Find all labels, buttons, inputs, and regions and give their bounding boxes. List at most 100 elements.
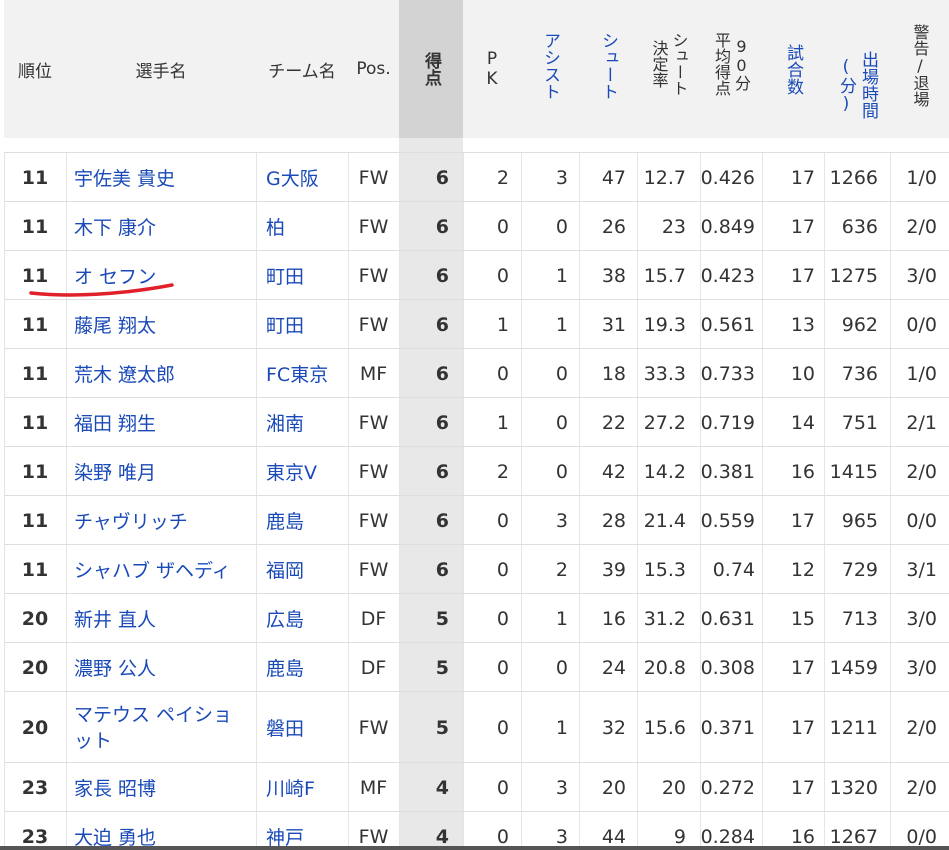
player-name-link[interactable]: シャハブ ザヘディ (74, 545, 256, 594)
shoot-rate-cell: 20.8 (643, 656, 686, 679)
table-row: 11 荒木 遼太郎 FC東京 MF 6 0 0 18 33.3 0.733 10 736 1/0 (4, 348, 949, 398)
player-name-link[interactable]: 染野 唯月 (74, 447, 256, 496)
player-name-link[interactable]: チャヴリッチ (74, 496, 256, 545)
goals-cell: 6 (435, 215, 449, 238)
per90-cell: 0.371 (700, 716, 755, 739)
assist-cell: 1 (555, 716, 568, 739)
position-cell: FW (358, 215, 389, 238)
rank-cell: 11 (21, 411, 49, 434)
pk-cell: 0 (496, 825, 509, 848)
table-header: 順位 選手名 チーム名 Pos. 得点 PK アシスト シュート シュート 決定… (4, 0, 949, 138)
position-cell: FW (358, 460, 389, 483)
team-link[interactable]: G大阪 (266, 153, 348, 202)
cards-cell: 0/0 (906, 313, 937, 336)
games-cell: 15 (790, 607, 815, 630)
minutes-cell: 713 (841, 607, 878, 630)
position-cell: FW (358, 558, 389, 581)
team-link[interactable]: 町田 (266, 251, 348, 300)
team-link[interactable]: 広島 (266, 594, 348, 643)
ranking-table: 順位 選手名 チーム名 Pos. 得点 PK アシスト シュート シュート 決定… (0, 0, 949, 850)
team-link[interactable]: 福岡 (266, 545, 348, 594)
team-link[interactable]: 川崎F (266, 763, 348, 812)
shoot-rate-cell: 14.2 (643, 460, 686, 483)
rank-cell: 20 (21, 607, 49, 630)
pk-cell: 0 (496, 776, 509, 799)
per90-cell: 0.561 (700, 313, 755, 336)
games-cell: 10 (790, 362, 815, 385)
table-row: 11 宇佐美 貴史 G大阪 FW 6 2 3 47 12.7 0.426 17 1266 1/0 (4, 152, 949, 202)
shots-cell: 44 (601, 825, 626, 848)
player-name-link[interactable]: 大迫 勇也 (74, 812, 256, 850)
table-row: 11 藤尾 翔太 町田 FW 6 1 1 31 19.3 0.561 13 962 0/0 (4, 299, 949, 349)
per90-cell: 0.308 (700, 656, 755, 679)
cards-cell: 3/1 (906, 558, 937, 581)
table-row: 11 染野 唯月 東京V FW 6 2 0 42 14.2 0.381 16 1415 2/0 (4, 446, 949, 496)
goals-cell: 5 (435, 716, 449, 739)
cards-cell: 1/0 (906, 166, 937, 189)
header-team: チーム名 (268, 61, 336, 82)
rank-cell: 23 (21, 825, 49, 848)
player-name-link[interactable]: 家長 昭博 (74, 763, 256, 812)
team-link[interactable]: 東京V (266, 447, 348, 496)
team-link[interactable]: 柏 (266, 202, 348, 251)
shots-cell: 16 (601, 607, 626, 630)
player-name-link[interactable]: マテウス ペイショット (74, 692, 239, 763)
cards-cell: 2/0 (906, 460, 937, 483)
per90-cell: 0.719 (700, 411, 755, 434)
header-shoot-link[interactable]: シュート (579, 0, 637, 138)
table-row: 20 濃野 公人 鹿島 DF 5 0 0 24 20.8 0.308 17 1459 3/0 (4, 642, 949, 692)
games-cell: 17 (790, 716, 815, 739)
shoot-rate-cell: 20 (661, 776, 686, 799)
shots-cell: 28 (601, 509, 626, 532)
header-assist-link[interactable]: アシスト (521, 0, 579, 138)
team-link[interactable]: 鹿島 (266, 643, 348, 692)
team-link[interactable]: FC東京 (266, 349, 348, 398)
player-name-link[interactable]: 藤尾 翔太 (74, 300, 256, 349)
shots-cell: 18 (601, 362, 626, 385)
per90-cell: 0.284 (700, 825, 755, 848)
minutes-cell: 1275 (829, 264, 878, 287)
team-link[interactable]: 湘南 (266, 398, 348, 447)
assist-cell: 3 (555, 825, 568, 848)
header-shoot-rate: シュート 決定率 (649, 32, 689, 96)
pk-cell: 0 (496, 607, 509, 630)
shots-cell: 32 (601, 716, 626, 739)
team-link[interactable]: 神戸 (266, 812, 348, 850)
team-link[interactable]: 町田 (266, 300, 348, 349)
pk-cell: 2 (496, 166, 509, 189)
rank-cell: 11 (21, 509, 49, 532)
position-cell: MF (359, 362, 388, 385)
minutes-cell: 965 (841, 509, 878, 532)
games-cell: 14 (790, 411, 815, 434)
header-goals[interactable]: 得点 (399, 0, 463, 138)
assist-cell: 1 (555, 313, 568, 336)
goals-cell: 6 (435, 313, 449, 336)
header-games-link[interactable]: 試合数 (762, 0, 824, 138)
rank-cell: 11 (21, 166, 49, 189)
player-name-link[interactable]: 宇佐美 貴史 (74, 153, 256, 202)
player-name-link[interactable]: 荒木 遼太郎 (74, 349, 256, 398)
per90-cell: 0.423 (700, 264, 755, 287)
team-link[interactable]: 磐田 (266, 692, 348, 763)
header-player: 選手名 (135, 61, 187, 82)
cards-cell: 2/1 (906, 411, 937, 434)
player-name-link[interactable]: 新井 直人 (74, 594, 256, 643)
minutes-cell: 751 (841, 411, 878, 434)
position-cell: FW (358, 166, 389, 189)
position-cell: FW (358, 716, 389, 739)
header-pk[interactable]: PK (463, 0, 521, 138)
team-link[interactable]: 鹿島 (266, 496, 348, 545)
goals-cell: 4 (435, 825, 449, 848)
position-cell: FW (358, 411, 389, 434)
position-cell: FW (358, 825, 389, 848)
assist-cell: 1 (555, 607, 568, 630)
games-cell: 17 (790, 215, 815, 238)
player-name-link[interactable]: 濃野 公人 (74, 643, 256, 692)
table-row: 20 マテウス ペイショット 磐田 FW 5 0 1 32 15.6 0.371 17 1211 2/0 (4, 691, 949, 763)
goals-cell: 4 (435, 776, 449, 799)
player-name-link[interactable]: 福田 翔生 (74, 398, 256, 447)
goals-cell: 6 (435, 264, 449, 287)
player-name-link[interactable]: 木下 康介 (74, 202, 256, 251)
header-minutes-link[interactable]: 出場時間(分) (824, 0, 890, 138)
shots-cell: 20 (601, 776, 626, 799)
